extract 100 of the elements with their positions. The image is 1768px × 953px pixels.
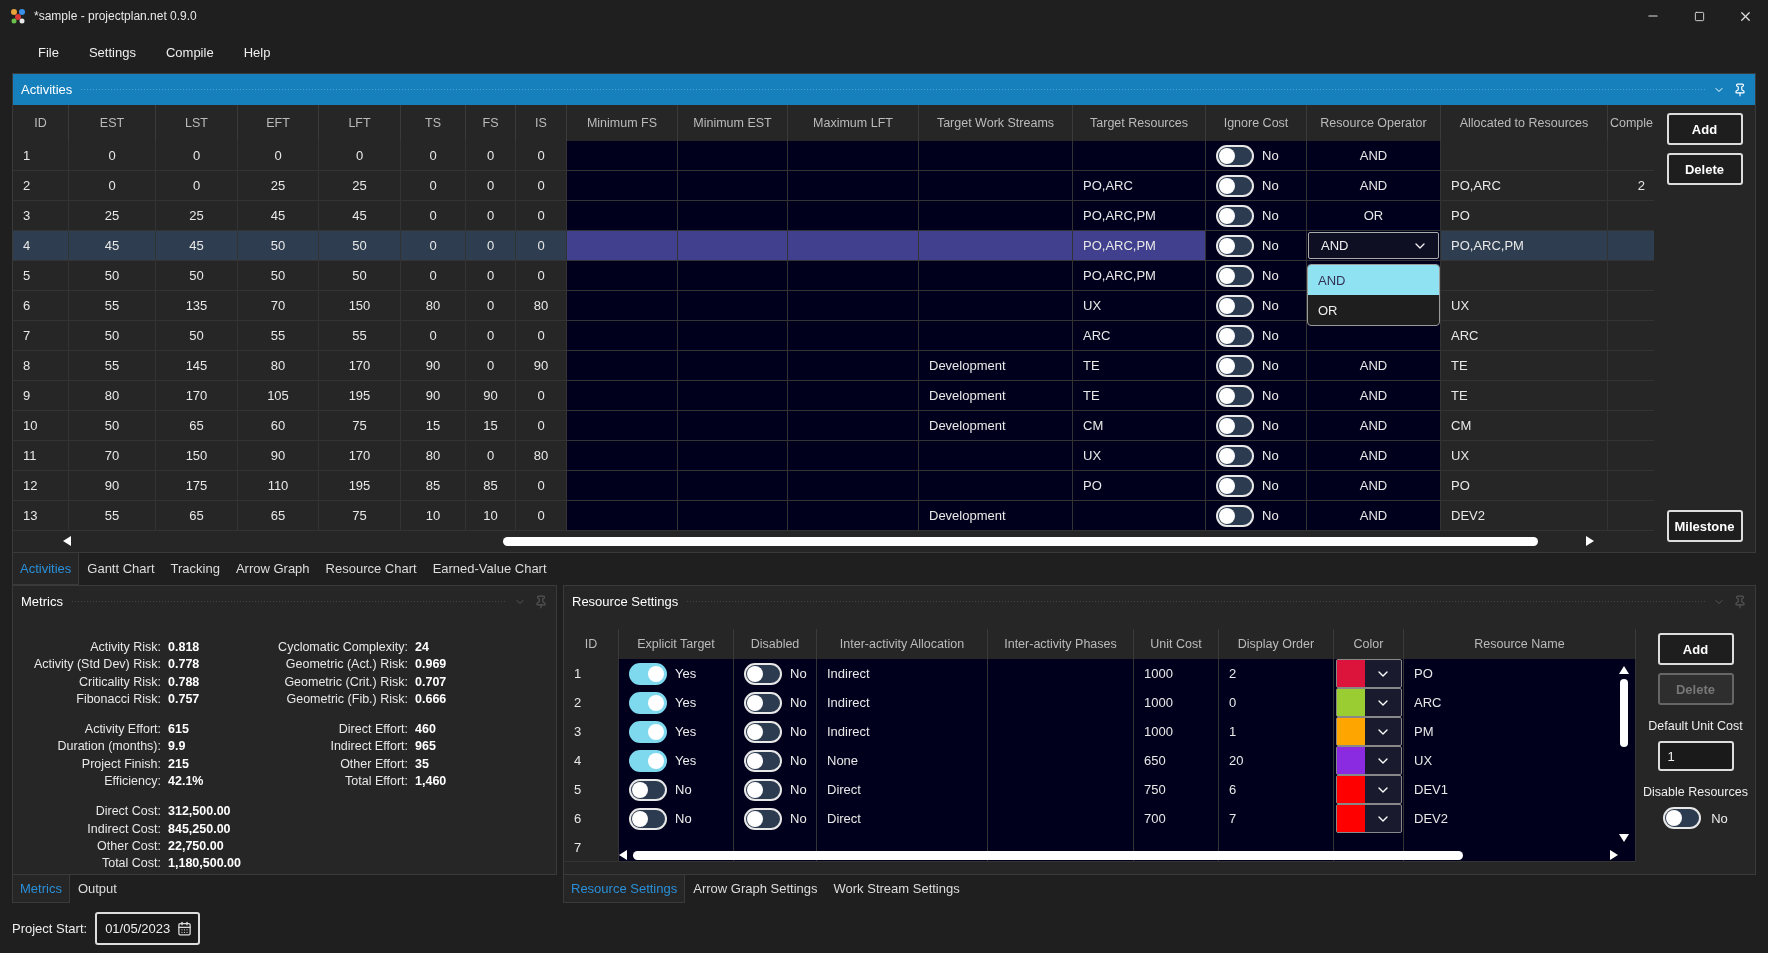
toggle-switch[interactable] <box>1216 234 1254 257</box>
table-cell <box>1608 231 1654 261</box>
toggle-switch[interactable] <box>1663 807 1702 829</box>
table-cell: 0 <box>238 141 319 171</box>
toggle-switch[interactable] <box>1216 294 1254 317</box>
toggle-switch[interactable] <box>744 749 782 772</box>
metric-value: 0.707 <box>415 673 448 691</box>
toggle-switch[interactable] <box>744 720 782 743</box>
table-cell: 0 <box>401 261 466 291</box>
table-cell: 2 <box>564 688 619 718</box>
metric-label: Activity Effort: <box>83 721 161 739</box>
toggle-switch[interactable] <box>744 691 782 714</box>
toggle-switch[interactable] <box>1216 264 1254 287</box>
date-input[interactable]: 01/05/2023 <box>105 920 176 936</box>
toggle-switch[interactable] <box>1216 474 1254 497</box>
pin-icon[interactable] <box>1733 82 1747 97</box>
panel-tab[interactable]: Resource Settings <box>563 875 686 903</box>
table-cell: 7 <box>13 321 69 351</box>
input-field[interactable]: 1 <box>1657 741 1734 771</box>
toggle-switch[interactable] <box>744 778 782 801</box>
view-tab[interactable]: Earned-Value Chart <box>424 553 555 585</box>
panel-tab[interactable]: Output <box>69 875 125 903</box>
toggle-switch[interactable] <box>744 662 782 685</box>
calendar-icon[interactable] <box>177 920 193 936</box>
table-cell: 0 <box>156 171 238 201</box>
toggle-switch[interactable] <box>1216 144 1254 167</box>
table-cell: DEV1 <box>1404 775 1636 805</box>
menu-item[interactable]: Compile <box>153 40 226 64</box>
metric-label: Duration (months): <box>56 738 161 756</box>
maximize-icon <box>1693 10 1705 22</box>
toggle-switch[interactable] <box>1216 204 1254 227</box>
table-cell: 80 <box>516 291 567 321</box>
table-cell: TE <box>1441 351 1608 381</box>
scroll-up-icon[interactable] <box>1619 666 1629 674</box>
scroll-right-icon[interactable] <box>1586 536 1594 546</box>
table-cell: 50 <box>156 321 238 351</box>
action-button[interactable]: Milestone <box>1666 510 1743 542</box>
menu-item[interactable]: File <box>26 40 71 64</box>
field-label: Default Unit Cost <box>1648 719 1743 733</box>
view-tab[interactable]: Activities <box>12 553 80 585</box>
toggle-label: No <box>675 811 692 826</box>
metric-label: Activity Risk: <box>89 639 161 656</box>
view-tab[interactable]: Gantt Chart <box>79 553 163 585</box>
view-tab[interactable]: Arrow Graph <box>227 553 318 585</box>
table-cell: 45 <box>156 231 238 261</box>
table-cell: 0 <box>466 291 516 321</box>
table-cell: PM <box>1404 717 1636 747</box>
table-cell: 170 <box>156 381 238 411</box>
dropdown-option[interactable]: OR <box>1308 295 1439 325</box>
table-cell: 80 <box>69 381 156 411</box>
panel-tab[interactable]: Arrow Graph Settings <box>685 875 826 903</box>
panel-tab[interactable]: Metrics <box>12 875 70 903</box>
toggle-label: No <box>790 695 807 710</box>
table-cell: PO,ARC,PM <box>1073 231 1206 261</box>
menu-item[interactable]: Help <box>231 40 283 64</box>
table-cell: AND <box>1307 441 1441 471</box>
operator-dropdown[interactable]: AND <box>1308 232 1439 259</box>
menu-item[interactable]: Settings <box>76 40 148 64</box>
toggle-switch[interactable] <box>629 720 667 743</box>
toggle-switch[interactable] <box>744 807 782 830</box>
action-button[interactable]: Add <box>1657 633 1734 665</box>
toggle-switch[interactable] <box>629 807 667 830</box>
toggle-switch[interactable] <box>1216 444 1254 467</box>
table-cell: 0 <box>319 141 401 171</box>
toggle-switch[interactable] <box>629 662 667 685</box>
toggle-switch[interactable] <box>629 691 667 714</box>
panel-tab[interactable]: Work Stream Settings <box>825 875 968 903</box>
table-cell: 700 <box>1134 804 1219 834</box>
toggle-switch[interactable] <box>1216 414 1254 437</box>
table-cell: 10 <box>466 501 516 531</box>
table-cell: 1000 <box>1134 688 1219 718</box>
metric-value: 312,500.00 <box>168 803 232 821</box>
toggle-switch[interactable] <box>629 749 667 772</box>
dropdown-option[interactable]: AND <box>1308 265 1439 295</box>
table-cell: 50 <box>238 261 319 291</box>
table-cell: AND <box>1307 381 1441 411</box>
table-cell: UX <box>1441 441 1608 471</box>
scroll-left-icon[interactable] <box>63 536 71 546</box>
action-button[interactable]: Delete <box>1666 153 1743 185</box>
toggle-switch[interactable] <box>629 778 667 801</box>
toggle-switch[interactable] <box>1216 504 1254 527</box>
table-cell: Development <box>919 351 1073 381</box>
view-tab[interactable]: Resource Chart <box>317 553 425 585</box>
vertical-scrollbar-thumb[interactable] <box>1620 679 1628 747</box>
toggle-switch[interactable] <box>1216 354 1254 377</box>
toggle-switch[interactable] <box>1216 174 1254 197</box>
metric-label: Total Effort: <box>344 773 408 791</box>
table-cell: 55 <box>69 351 156 381</box>
table-cell: 1000 <box>1134 659 1219 689</box>
action-button[interactable]: Add <box>1666 113 1743 145</box>
table-cell: 6 <box>13 291 69 321</box>
toggle-switch[interactable] <box>1216 384 1254 407</box>
table-cell: AND <box>1307 141 1441 171</box>
date-picker[interactable]: 01/05/2023 <box>95 911 201 945</box>
toggle-switch[interactable] <box>1216 324 1254 347</box>
metric-value: 35 <box>415 755 430 773</box>
table-cell: 80 <box>401 291 466 321</box>
view-tab[interactable]: Tracking <box>162 553 228 585</box>
table-cell: 0 <box>401 141 466 171</box>
scroll-right-icon[interactable] <box>1610 850 1618 860</box>
